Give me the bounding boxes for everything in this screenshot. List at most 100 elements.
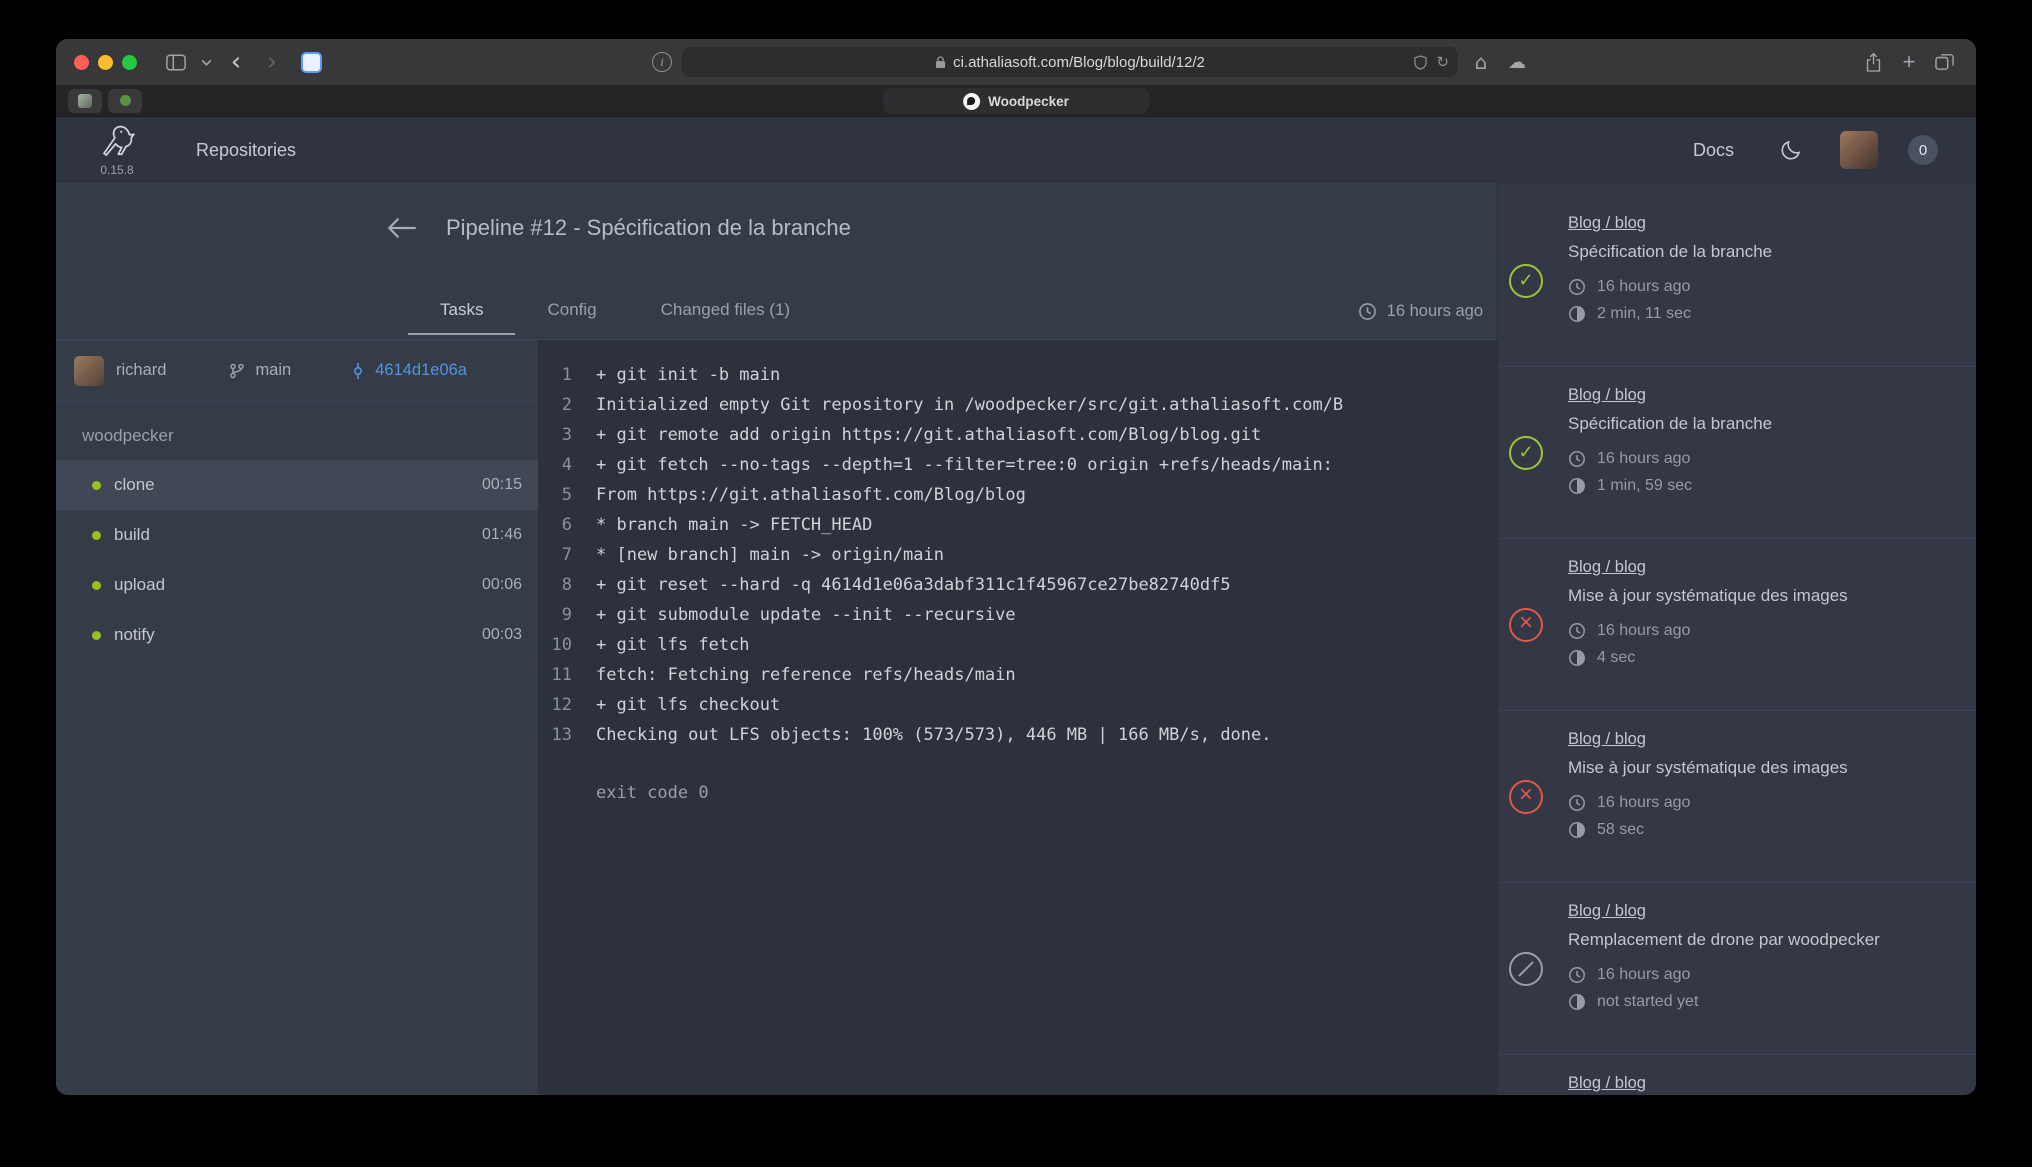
log-line-text: * [new branch] main -> origin/main [572, 540, 944, 570]
browser-window: ‹ › i ci.athaliasoft.com/Blog/blog/build… [56, 39, 1976, 1095]
close-window-button[interactable] [74, 55, 89, 70]
build-entry[interactable]: Blog / blog Spécification de la branche … [1498, 367, 1976, 539]
duration-icon [1568, 649, 1586, 667]
theme-toggle-moon-icon[interactable] [1780, 139, 1802, 161]
log-line-number: 11 [538, 660, 572, 690]
log-line: 10 + git lfs fetch [538, 630, 1497, 660]
pipeline-tab[interactable]: Config [515, 287, 628, 335]
nav-repositories[interactable]: Repositories [196, 140, 296, 161]
privacy-shield-icon[interactable] [1414, 55, 1427, 70]
build-time: 16 hours ago [1568, 450, 1772, 468]
woodpecker-logo[interactable]: 0.15.8 [96, 124, 138, 177]
repo-link[interactable]: Blog / blog [1568, 386, 1646, 405]
log-line: 13 Checking out LFS objects: 100% (573/5… [538, 720, 1497, 750]
log-line-number: 5 [538, 480, 572, 510]
build-time: 16 hours ago [1568, 794, 1848, 812]
log-line-text: + git remote add origin https://git.atha… [572, 420, 1261, 450]
repo-link[interactable]: Blog / blog [1568, 214, 1646, 233]
minimize-window-button[interactable] [98, 55, 113, 70]
reload-icon[interactable]: ↻ [1436, 53, 1449, 71]
pipeline-tab[interactable]: Tasks [408, 287, 515, 335]
step-duration: 01:46 [482, 526, 522, 544]
pipeline-step[interactable]: build 01:46 [56, 510, 538, 560]
zoom-window-button[interactable] [122, 55, 137, 70]
branch-name: main [255, 361, 291, 380]
log-line-text: + git lfs fetch [572, 630, 750, 660]
step-duration: 00:03 [482, 626, 522, 644]
build-status-icon [1509, 780, 1543, 814]
sidebar-chevron-icon[interactable] [199, 47, 213, 77]
step-name: notify [114, 625, 155, 645]
log-line-text: + git reset --hard -q 4614d1e06a3dabf311… [572, 570, 1231, 600]
share-icon[interactable] [1860, 47, 1886, 77]
build-entry[interactable]: Blog / blog Mise à jour systématique des… [1498, 539, 1976, 711]
build-status-icon [1509, 264, 1543, 298]
log-line-text: + git lfs checkout [572, 690, 780, 720]
step-name: upload [114, 575, 165, 595]
tab-overview-icon[interactable] [1932, 47, 1958, 77]
log-line: 8 + git reset --hard -q 4614d1e06a3dabf3… [538, 570, 1497, 600]
build-duration: not started yet [1568, 993, 1880, 1011]
tab-strip: Woodpecker [56, 85, 1976, 117]
build-entry[interactable]: Blog / blog Remplacement de drone par wo… [1498, 883, 1976, 1055]
pipeline-tabs: Tasks Config Changed files (1) [408, 287, 1483, 335]
build-message: Remplacement de drone par woodpecker [1568, 930, 1880, 950]
queue-count-badge[interactable]: 0 [1908, 135, 1938, 165]
pinned-tab-1[interactable] [68, 89, 102, 113]
woodpecker-favicon [963, 93, 980, 110]
pipeline-header: Pipeline #12 - Spécification de la branc… [56, 183, 1497, 339]
repo-link[interactable]: Blog / blog [1568, 558, 1646, 577]
page-info-icon[interactable]: i [652, 52, 672, 72]
build-status-icon [1509, 436, 1543, 470]
step-status-dot [92, 481, 101, 490]
workflow-name: woodpecker [56, 402, 538, 460]
forward-button[interactable]: › [259, 47, 285, 77]
sidebar-toggle-icon[interactable] [163, 47, 189, 77]
repo-link[interactable]: Blog / blog [1568, 730, 1646, 749]
pipeline-step[interactable]: upload 00:06 [56, 560, 538, 610]
lock-icon [935, 55, 946, 69]
step-status-dot [92, 631, 101, 640]
repo-link[interactable]: Blog / blog [1568, 902, 1646, 921]
duration-icon [1568, 821, 1586, 839]
log-output[interactable]: 1 + git init -b main 2 Initialized empty… [538, 340, 1497, 1095]
app-header: 0.15.8 Repositories Docs 0 [56, 117, 1976, 183]
step-duration: 00:15 [482, 476, 522, 494]
step-status-dot [92, 531, 101, 540]
pipeline-step[interactable]: clone 00:15 [56, 460, 538, 510]
user-avatar[interactable] [1840, 131, 1878, 169]
back-button[interactable]: ‹ [223, 47, 249, 77]
build-status-icon [1509, 608, 1543, 642]
build-duration: 58 sec [1568, 821, 1848, 839]
icloud-tabs-icon[interactable]: ☁ [1504, 47, 1530, 77]
active-tab[interactable]: Woodpecker [883, 88, 1149, 114]
repo-link[interactable]: Blog / blog [1568, 1074, 1646, 1093]
log-line: 2 Initialized empty Git repository in /w… [538, 390, 1497, 420]
address-bar[interactable]: ci.athaliasoft.com/Blog/blog/build/12/2 … [682, 47, 1458, 77]
back-arrow-icon[interactable] [386, 217, 416, 239]
reading-list-app-icon[interactable] [301, 52, 322, 73]
duration-icon [1568, 993, 1586, 1011]
build-entry[interactable]: Blog / blog Spécification de la branche … [1498, 195, 1976, 367]
build-message: Mise à jour systématique des images [1568, 758, 1848, 778]
commit-link[interactable]: 4614d1e06a [349, 361, 467, 380]
pipeline-step[interactable]: notify 00:03 [56, 610, 538, 660]
log-line-number: 4 [538, 450, 572, 480]
pinned-tab-2[interactable] [108, 89, 142, 113]
url-text: ci.athaliasoft.com/Blog/blog/build/12/2 [953, 54, 1205, 71]
build-entry[interactable]: Blog / blog [1498, 1055, 1976, 1095]
log-line: 7 * [new branch] main -> origin/main [538, 540, 1497, 570]
log-line-text: + git fetch --no-tags --depth=1 --filter… [572, 450, 1333, 480]
log-line-number: 13 [538, 720, 572, 750]
log-line-number: 3 [538, 420, 572, 450]
woodpecker-app: 0.15.8 Repositories Docs 0 Pipeline #12 … [56, 117, 1976, 1095]
build-time: 16 hours ago [1568, 278, 1772, 296]
nav-docs[interactable]: Docs [1693, 140, 1734, 161]
pipeline-tab[interactable]: Changed files (1) [629, 287, 822, 335]
clock-icon [1568, 966, 1586, 984]
home-icon[interactable]: ⌂ [1468, 47, 1494, 77]
tab-title: Woodpecker [988, 94, 1069, 109]
new-tab-button[interactable]: + [1896, 47, 1922, 77]
build-entry[interactable]: Blog / blog Mise à jour systématique des… [1498, 711, 1976, 883]
duration-icon [1568, 477, 1586, 495]
